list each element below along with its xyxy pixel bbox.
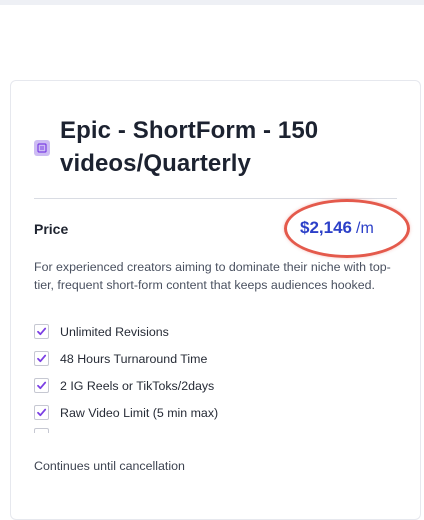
plan-description: For experienced creators aiming to domin…: [34, 260, 391, 292]
feature-label: Raw Video Limit (5 min max): [60, 405, 219, 420]
plan-title: Epic - ShortForm - 150 videos/Quarterly: [60, 117, 319, 177]
feature-item: 48 Hours Turnaround Time: [34, 345, 394, 372]
billing-note: Continues until cancellation: [34, 459, 185, 473]
feature-label: Unlimited Revisions: [60, 324, 169, 339]
checked-checkbox-icon: [34, 378, 49, 393]
clipped-checkbox-icon: [34, 428, 49, 433]
price-label: Price: [34, 221, 69, 237]
divider: [34, 198, 397, 199]
feature-item: Unlimited Revisions: [34, 318, 394, 345]
price-amount: $2,146: [300, 218, 352, 237]
feature-item: 2 IG Reels or TikToks/2days: [34, 372, 394, 399]
receipt-icon: [34, 140, 50, 156]
feature-item: Raw Video Limit (5 min max): [34, 399, 394, 426]
checked-checkbox-icon: [34, 324, 49, 339]
price: $2,146 /m: [300, 218, 374, 238]
feature-list: Unlimited Revisions 48 Hours Turnaround …: [34, 318, 394, 426]
price-period: /m: [356, 220, 374, 237]
checked-checkbox-icon: [34, 351, 49, 366]
checked-checkbox-icon: [34, 405, 49, 420]
feature-label: 2 IG Reels or TikToks/2days: [60, 378, 215, 393]
feature-label: 48 Hours Turnaround Time: [60, 351, 208, 366]
top-strip: [0, 0, 424, 5]
